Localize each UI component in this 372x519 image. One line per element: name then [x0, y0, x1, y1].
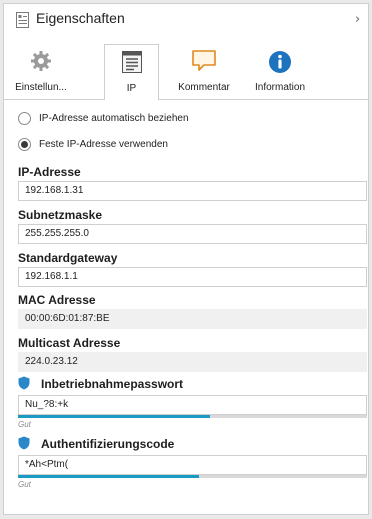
subnet-mask-input[interactable]: 255.255.255.0 [18, 224, 367, 244]
shield-icon [18, 376, 30, 390]
authentication-code-label: Authentifizierungscode [41, 437, 175, 451]
radio-auto-ip[interactable]: IP-Adresse automatisch beziehen [18, 110, 189, 126]
strength-fill [18, 415, 210, 418]
multicast-address-label: Multicast Adresse [18, 336, 121, 350]
panel-title: Eigenschaften [36, 10, 125, 26]
radio-auto-ip-circle[interactable] [18, 111, 31, 125]
commissioning-password-strength-text: Gut [18, 420, 31, 429]
ip-list-icon [121, 51, 142, 73]
tab-label: Kommentar [178, 82, 230, 93]
commissioning-password-strength-bar [18, 415, 367, 418]
tab-einstellungen[interactable]: Einstellun... [8, 44, 74, 100]
radio-fixed-ip[interactable]: Feste IP-Adresse verwenden [18, 136, 168, 152]
chevron-right-icon[interactable]: › [355, 12, 360, 27]
radio-fixed-ip-circle[interactable] [18, 137, 31, 151]
commissioning-password-label: Inbetriebnahmepasswort [41, 377, 184, 391]
comment-icon [192, 50, 216, 71]
tab-ip[interactable]: IP [104, 44, 159, 100]
strength-fill [18, 475, 200, 478]
multicast-address-value: 224.0.23.12 [18, 352, 367, 372]
authentication-code-strength-bar [18, 475, 367, 478]
tab-label: Einstellun... [15, 82, 67, 93]
tab-label: Information [254, 82, 306, 93]
panel-titlebar: Eigenschaften › [4, 4, 368, 34]
commissioning-password-input[interactable]: Nu_?8:+k [18, 395, 367, 415]
gear-icon [31, 51, 51, 71]
radio-auto-ip-label: IP-Adresse automatisch beziehen [39, 112, 189, 124]
mac-address-value: 00:00:6D:01:87:BE [18, 309, 367, 329]
authentication-code-strength-text: Gut [18, 480, 31, 489]
properties-panel: Eigenschaften › Einstellun... IP Komment… [3, 3, 369, 515]
properties-icon [16, 12, 29, 28]
ip-address-input[interactable]: 192.168.1.31 [18, 181, 367, 201]
default-gateway-input[interactable]: 192.168.1.1 [18, 267, 367, 287]
info-icon [269, 51, 291, 73]
authentication-code-input[interactable]: *Ah<Ptm( [18, 455, 367, 475]
default-gateway-label: Standardgateway [18, 251, 118, 265]
mac-address-label: MAC Adresse [18, 293, 96, 307]
tab-label: IP [126, 83, 137, 94]
subnet-mask-label: Subnetzmaske [18, 208, 103, 222]
shield-icon [18, 436, 30, 450]
ip-address-label: IP-Adresse [18, 165, 81, 179]
tab-kommentar[interactable]: Kommentar [169, 44, 239, 100]
tab-bar: Einstellun... IP Kommentar Information [4, 44, 368, 100]
radio-fixed-ip-label: Feste IP-Adresse verwenden [39, 138, 168, 150]
tab-information[interactable]: Information [244, 44, 316, 100]
